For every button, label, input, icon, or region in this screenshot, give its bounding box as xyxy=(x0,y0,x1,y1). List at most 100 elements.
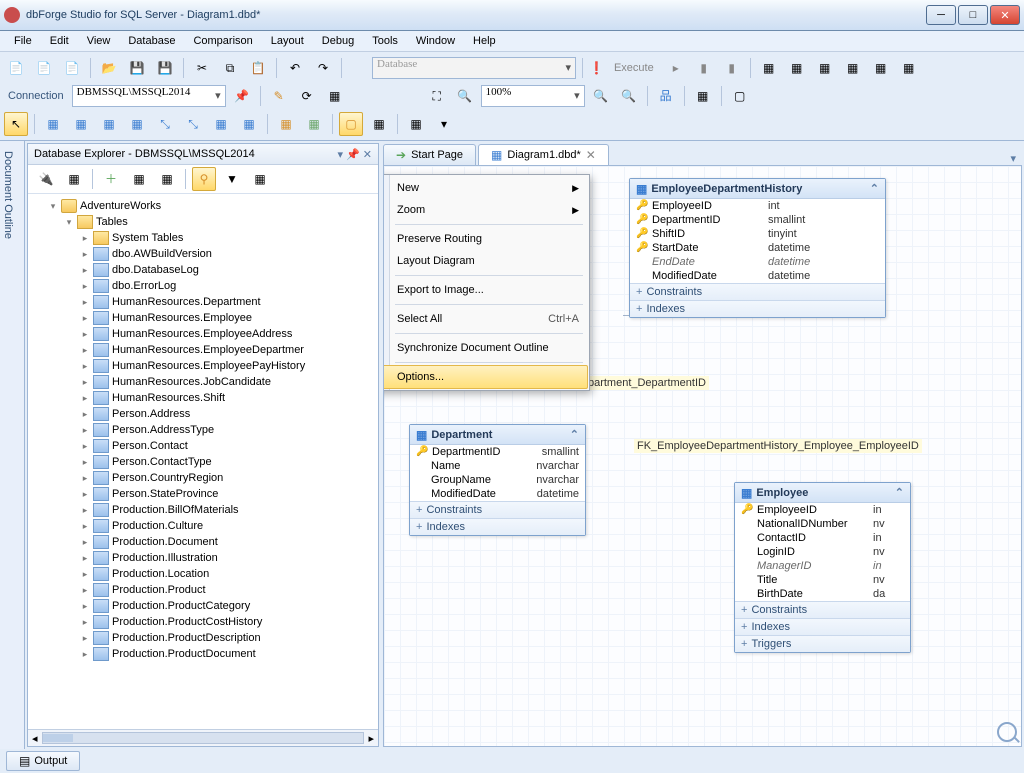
tree-table[interactable]: ▸HumanResources.EmployeePayHistory xyxy=(28,358,378,374)
layout-tree-button[interactable]: 品 xyxy=(654,84,678,108)
menu-layout[interactable]: Layout xyxy=(263,33,312,49)
exp-new-button[interactable]: ▦ xyxy=(62,167,86,191)
tree-table[interactable]: ▸HumanResources.EmployeeAddress xyxy=(28,326,378,342)
column-row[interactable]: 🔑StartDatedatetime xyxy=(630,241,885,255)
entity-section[interactable]: +Constraints xyxy=(630,283,885,300)
menu-database[interactable]: Database xyxy=(120,33,183,49)
conn-remove-button[interactable]: ▦ xyxy=(323,84,347,108)
database-selector[interactable]: Database xyxy=(372,57,576,79)
tool-a[interactable]: ▦ xyxy=(69,112,93,136)
zoom-in-button[interactable]: 🔍 xyxy=(589,84,613,108)
conn-edit-button[interactable]: ✎ xyxy=(267,84,291,108)
conn-pin-button[interactable]: 📌 xyxy=(230,84,254,108)
tree-table[interactable]: ▸HumanResources.Shift xyxy=(28,390,378,406)
column-row[interactable]: ContactIDin xyxy=(735,531,910,545)
copy-button[interactable]: ⧉ xyxy=(218,56,242,80)
column-row[interactable]: ModifiedDatedatetime xyxy=(630,269,885,283)
tool-f[interactable]: ▦ xyxy=(237,112,261,136)
tab-close-icon[interactable]: ✕ xyxy=(586,149,596,161)
column-row[interactable]: GroupNamenvarchar xyxy=(410,473,585,487)
menu-tools[interactable]: Tools xyxy=(364,33,406,49)
ctx-options[interactable]: ▤Options... xyxy=(383,365,588,389)
tb-btn-e[interactable]: ▦ xyxy=(813,56,837,80)
column-row[interactable]: EndDatedatetime xyxy=(630,255,885,269)
debug-play-button[interactable]: ▸ xyxy=(664,56,688,80)
tb-btn-h[interactable]: ▦ xyxy=(897,56,921,80)
new-something-button[interactable]: 📄 xyxy=(60,56,84,80)
layout-misc2-button[interactable]: ▢ xyxy=(728,84,752,108)
entity-employee[interactable]: ▦Employee⌃🔑EmployeeIDinNationalIDNumbern… xyxy=(734,482,911,653)
tree-table[interactable]: ▸Person.StateProvince xyxy=(28,486,378,502)
column-row[interactable]: 🔑EmployeeIDint xyxy=(630,199,885,213)
menu-view[interactable]: View xyxy=(79,33,119,49)
exp-b[interactable]: ▦ xyxy=(127,167,151,191)
zoom-select-button[interactable]: 🔍 xyxy=(453,84,477,108)
column-row[interactable]: NationalIDNumbernv xyxy=(735,517,910,531)
cut-button[interactable]: ✂ xyxy=(190,56,214,80)
menu-edit[interactable]: Edit xyxy=(42,33,77,49)
explorer-scrollbar[interactable]: ◂▸ xyxy=(28,729,378,746)
tree-table[interactable]: ▸HumanResources.EmployeeDepartmer xyxy=(28,342,378,358)
tree-table[interactable]: ▸Production.Product xyxy=(28,582,378,598)
tree-table[interactable]: ▸Production.Culture xyxy=(28,518,378,534)
tree-table[interactable]: ▸HumanResources.Employee xyxy=(28,310,378,326)
saveall-button[interactable]: 💾 xyxy=(153,56,177,80)
tree-database[interactable]: ▾AdventureWorks xyxy=(28,198,378,214)
column-row[interactable]: Titlenv xyxy=(735,573,910,587)
ctx-zoom[interactable]: Zoom▶ xyxy=(383,199,587,221)
tree-table[interactable]: ▸Person.CountryRegion xyxy=(28,470,378,486)
tb-btn-d[interactable]: ▦ xyxy=(785,56,809,80)
zoom-out-button[interactable]: 🔍 xyxy=(617,84,641,108)
tab-start-page[interactable]: ➔ Start Page xyxy=(383,144,476,165)
tb-btn-f[interactable]: ▦ xyxy=(841,56,865,80)
new-sql-button[interactable]: 📄 xyxy=(4,56,28,80)
tool-image[interactable]: ▦ xyxy=(302,112,326,136)
minimize-button[interactable]: ─ xyxy=(926,5,956,25)
tool-b[interactable]: ▦ xyxy=(97,112,121,136)
exp-connect-button[interactable]: 🔌 xyxy=(34,167,58,191)
new-query-button[interactable]: 📄 xyxy=(32,56,56,80)
zoom-fit-button[interactable]: ⛶ xyxy=(425,84,449,108)
tb-btn-c[interactable]: ▦ xyxy=(757,56,781,80)
tree-table[interactable]: ▸Person.Contact xyxy=(28,438,378,454)
maximize-button[interactable]: □ xyxy=(958,5,988,25)
tabs-overflow-icon[interactable]: ▾ xyxy=(1004,152,1022,165)
tool-i[interactable]: ▾ xyxy=(432,112,456,136)
layout-misc1-button[interactable]: ▦ xyxy=(691,84,715,108)
ctx-sync-outline[interactable]: Synchronize Document Outline xyxy=(383,337,587,359)
tree-folder[interactable]: ▸System Tables xyxy=(28,230,378,246)
zoom-selector[interactable]: 100% xyxy=(481,85,585,107)
column-row[interactable]: Namenvarchar xyxy=(410,459,585,473)
save-button[interactable]: 💾 xyxy=(125,56,149,80)
tree-table[interactable]: ▸Production.ProductCategory xyxy=(28,598,378,614)
canvas-search-icon[interactable] xyxy=(997,722,1017,742)
tree-table[interactable]: ▸Production.Illustration xyxy=(28,550,378,566)
tb-btn-a[interactable]: ▮ xyxy=(692,56,716,80)
column-row[interactable]: 🔑DepartmentIDsmallint xyxy=(410,445,585,459)
entity-section[interactable]: +Indexes xyxy=(630,300,885,317)
close-button[interactable]: ✕ xyxy=(990,5,1020,25)
redo-button[interactable]: ↷ xyxy=(311,56,335,80)
column-row[interactable]: BirthDateda xyxy=(735,587,910,601)
tool-note[interactable]: ▦ xyxy=(274,112,298,136)
tool-e[interactable]: ▦ xyxy=(209,112,233,136)
tb-btn-b[interactable]: ▮ xyxy=(720,56,744,80)
menu-help[interactable]: Help xyxy=(465,33,504,49)
tree-table[interactable]: ▸dbo.DatabaseLog xyxy=(28,262,378,278)
pointer-tool-button[interactable]: ↖ xyxy=(4,112,28,136)
tool-h[interactable]: ▦ xyxy=(404,112,428,136)
tree-table[interactable]: ▸Production.ProductDocument xyxy=(28,646,378,662)
ctx-select-all[interactable]: Select AllCtrl+A xyxy=(383,308,587,330)
tool-container[interactable]: ▢ xyxy=(339,112,363,136)
tree-table[interactable]: ▸Production.ProductDescription xyxy=(28,630,378,646)
tree-table[interactable]: ▸dbo.AWBuildVersion xyxy=(28,246,378,262)
conn-refresh-button[interactable]: ⟳ xyxy=(295,84,319,108)
entity-section[interactable]: +Indexes xyxy=(410,518,585,535)
exp-funnel-button[interactable]: ▼ xyxy=(220,167,244,191)
exp-c[interactable]: ▦ xyxy=(155,167,179,191)
entity-section[interactable]: +Triggers xyxy=(735,635,910,652)
tool-new-table[interactable]: ▦ xyxy=(41,112,65,136)
entity-section[interactable]: +Indexes xyxy=(735,618,910,635)
tree-tables-folder[interactable]: ▾Tables xyxy=(28,214,378,230)
open-button[interactable]: 📂 xyxy=(97,56,121,80)
